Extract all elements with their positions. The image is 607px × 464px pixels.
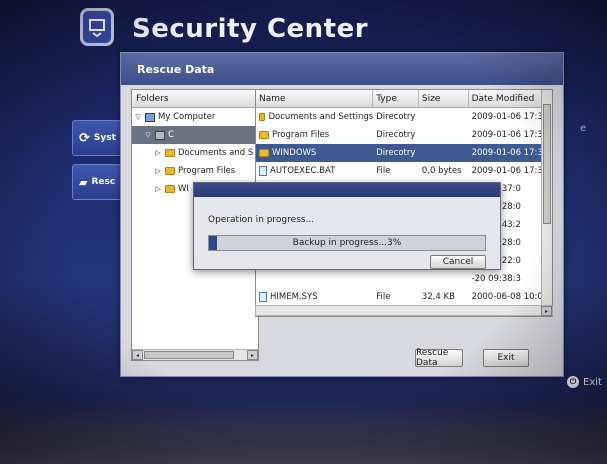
column-size[interactable]: Size — [419, 90, 469, 107]
file-name-cell: Program Files — [256, 130, 373, 140]
folder-icon — [259, 149, 269, 157]
shield-monitor-icon — [80, 8, 114, 46]
file-date-cell: -20 09:38:3 — [471, 274, 521, 284]
tree-item-label: WI — [178, 184, 189, 194]
tree-item-documents[interactable]: ▷ Documents and S — [132, 144, 258, 162]
side-text: e — [580, 123, 587, 134]
file-row[interactable]: -20 09:38:3 — [256, 270, 552, 288]
rescue-data-button[interactable]: Rescue Data — [415, 348, 463, 368]
column-name[interactable]: Name — [256, 90, 374, 107]
file-name-cell: WINDOWS — [256, 148, 373, 158]
tree-item-label: Program Files — [178, 166, 236, 176]
file-row[interactable]: AUTOEXEC.BAT File 0,0 bytes 2009-01-06 17:3… — [256, 162, 552, 180]
panel-title: Rescue Data — [121, 53, 563, 85]
exit-button[interactable]: Exit — [483, 349, 529, 367]
file-list-header: Name Type Size Date Modified — [256, 90, 552, 108]
file-name-text: Program Files — [272, 130, 330, 140]
background-floor — [0, 404, 607, 464]
file-name-text: HIMEM.SYS — [270, 292, 318, 302]
file-date-cell: 2009-01-06 17:38:3 — [471, 130, 553, 140]
file-icon — [259, 292, 267, 302]
tree-item-program-files[interactable]: ▷ Program Files — [132, 162, 258, 180]
file-row[interactable]: WINDOWS Direcotry 2009-01-06 17:31:5 — [256, 144, 552, 162]
file-row[interactable]: Documents and Settings Direcotry 2009-01-0… — [256, 108, 552, 126]
file-type-cell: Direcotry — [376, 148, 416, 158]
file-date-cell: 2000-06-08 10:00:0 — [471, 292, 553, 302]
file-type-cell: Direcotry — [376, 112, 416, 122]
expand-caret-icon[interactable]: ▷ — [154, 167, 162, 175]
tree-item-label: Documents and S — [178, 148, 254, 158]
cancel-button[interactable]: Cancel — [430, 255, 486, 269]
progress-text: Backup in progress...3% — [292, 238, 402, 248]
scroll-right-icon[interactable]: ▸ — [247, 350, 258, 360]
power-icon: ⏻ — [567, 376, 579, 388]
file-row[interactable]: HIMEM.SYS File 32,4 KB 2000-06-08 10:00:0 — [256, 288, 552, 306]
tree-item-label: C — [168, 130, 174, 140]
file-name-text: Documents and Settings — [268, 112, 374, 122]
column-type[interactable]: Type — [373, 90, 419, 107]
file-name-cell: HIMEM.SYS — [256, 292, 373, 302]
scrollbar-thumb[interactable] — [543, 104, 551, 224]
files-vertical-scrollbar[interactable] — [541, 90, 552, 316]
progress-message: Operation in progress... — [208, 215, 315, 225]
folder-icon — [165, 167, 175, 175]
folders-horizontal-scrollbar[interactable]: ◂ ▸ — [132, 349, 258, 360]
column-date-modified[interactable]: Date Modified — [469, 90, 552, 107]
nav-item-label: Syst — [93, 133, 116, 143]
files-horizontal-scrollbar[interactable]: ▸ — [255, 305, 553, 316]
file-date-cell: 2009-01-06 17:31:5 — [471, 148, 553, 158]
exit-nav-label: Exit — [583, 376, 602, 388]
file-type-cell: Direcotry — [376, 130, 416, 140]
app-title: Security Center — [132, 14, 369, 44]
file-name-cell: AUTOEXEC.BAT — [256, 166, 373, 176]
file-icon — [259, 166, 267, 176]
file-date-cell: 2009-01-06 17:39:2 — [471, 166, 553, 176]
scroll-left-icon[interactable]: ◂ — [132, 350, 143, 360]
dialog-titlebar[interactable] — [194, 183, 500, 197]
collapse-caret-icon[interactable]: ▽ — [144, 131, 152, 139]
tree-item-drive-c[interactable]: ▽ C — [132, 126, 258, 144]
folders-header: Folders — [132, 90, 258, 108]
expand-caret-icon[interactable]: ▷ — [154, 185, 162, 193]
file-size-cell: 32,4 KB — [421, 292, 455, 302]
file-type-cell: File — [376, 166, 391, 176]
file-name-cell: Documents and Settings — [256, 112, 373, 122]
file-type-cell: File — [376, 292, 391, 302]
file-name-text: AUTOEXEC.BAT — [270, 166, 336, 176]
scroll-right-icon[interactable]: ▸ — [541, 306, 552, 316]
progress-dialog: Operation in progress... Backup in progr… — [193, 182, 501, 270]
file-size-cell: 0,0 bytes — [421, 166, 462, 176]
folder-icon — [259, 131, 269, 139]
folder-icon — [259, 113, 266, 121]
file-name-text: WINDOWS — [272, 148, 317, 158]
folder-open-icon: ▰ — [79, 175, 88, 189]
progress-bar: Backup in progress...3% — [208, 235, 486, 251]
collapse-caret-icon[interactable]: ▽ — [134, 113, 142, 121]
computer-icon — [145, 112, 155, 122]
file-row[interactable]: Program Files Direcotry 2009-01-06 17:38:3 — [256, 126, 552, 144]
tree-item-my-computer[interactable]: ▽ My Computer — [132, 108, 258, 126]
refresh-icon: ⟳ — [79, 130, 90, 146]
file-date-cell: 2009-01-06 17:35:0 — [471, 112, 553, 122]
tree-item-label: My Computer — [158, 112, 216, 122]
expand-caret-icon[interactable]: ▷ — [154, 149, 162, 157]
drive-icon — [155, 130, 165, 140]
folder-icon — [165, 185, 175, 193]
nav-item-label: Resc — [91, 177, 116, 187]
exit-nav-button[interactable]: ⏻ Exit — [567, 376, 602, 388]
folder-icon — [165, 149, 175, 157]
scrollbar-thumb[interactable] — [144, 351, 234, 359]
